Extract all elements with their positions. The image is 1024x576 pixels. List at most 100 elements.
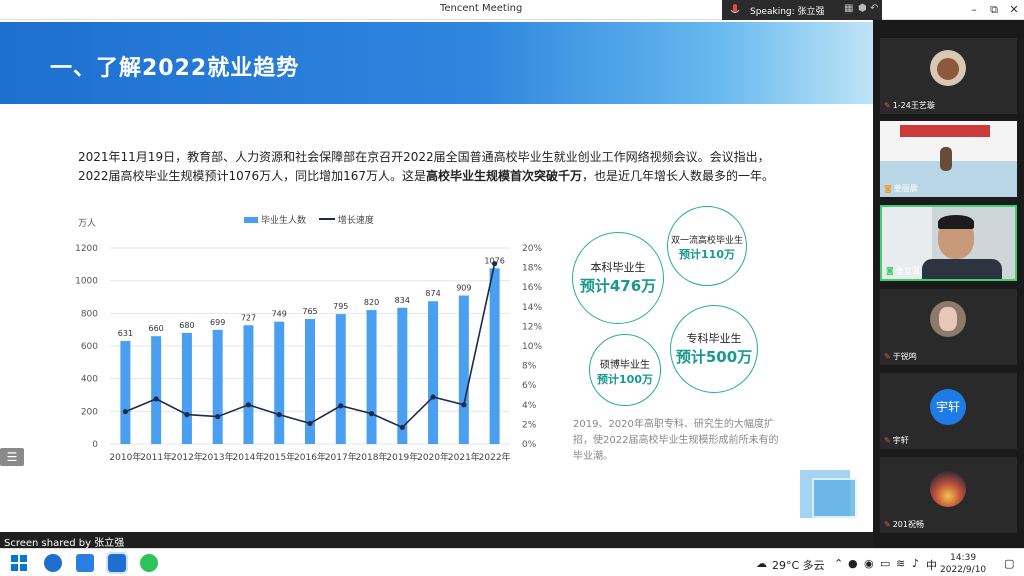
growth-rate-point [122,409,128,415]
participant-tile[interactable]: ✎ 201祝畅 [880,457,1017,533]
wechat-icon[interactable] [140,554,158,572]
weather-text[interactable]: 29°C 多云 [772,557,825,573]
participant-tile-active[interactable]: ◙ 张立强 [880,205,1017,281]
bar [212,329,223,444]
y-tick-label-left: 800 [81,309,98,319]
volume-icon[interactable]: ♪ [912,557,919,570]
growth-rate-point [461,402,467,408]
growth-rate-point [368,411,375,417]
bar [489,268,500,444]
growth-rate-point [492,261,498,267]
x-tick-label: 2022年 [479,451,511,463]
participant-name: ✎ 1-24王艺璇 [884,100,935,111]
meeting-app-icon[interactable] [76,554,94,572]
participant-name-text: 宇轩 [892,436,909,445]
speaking-label: Speaking: 张立强 [750,7,825,17]
windows-start-icon[interactable] [10,554,28,572]
y-tick-label-right: 0% [522,440,537,450]
video-shirt [922,259,1002,279]
bar-value-label: 765 [302,307,317,316]
bar-value-label: 874 [425,289,440,298]
bubble-vocational: 专科毕业生 预计500万 [670,305,758,393]
slide-header: 一、了解2022就业趋势 [0,22,873,104]
bar-value-label: 834 [395,296,410,305]
x-tick-label: 2015年 [263,451,295,463]
y-tick-label-left: 400 [81,375,98,385]
screen-share-bar: Screen shared by 张立强 [0,532,873,549]
app-title: Tencent Meeting [440,3,523,14]
y-tick-label-left: 1200 [75,244,98,254]
clock-date: 2022/9/10 [940,565,987,575]
clock[interactable]: 14:39 2022/9/10 [940,552,986,576]
paragraph-text-end: ，也是近几年增长人数最多的一年。 [582,169,775,183]
y-tick-label-left: 1000 [75,277,98,287]
back-icon[interactable]: ↶ [870,4,880,14]
video-person [940,147,952,171]
participant-name-text: 于锐鸣 [892,352,917,361]
chart-container: 万人 0 200 400 600 800 1000 1200 0% 2% 4% 6% 8% 10% 12% 1… [70,210,550,470]
bubble-undergrad-value: 预计476万 [579,277,657,295]
chevron-up-icon[interactable]: ⌃ [834,557,843,570]
x-tick-label: 2018年 [356,451,388,463]
weather-icon[interactable]: ☁ [756,557,767,570]
slide-menu-icon[interactable]: ☰ [0,448,24,466]
intro-paragraph: 2021年11月19日，教育部、人力资源和社会保障部在京召开2022届全国普通高… [78,148,798,186]
tencent-meeting-icon[interactable] [106,552,128,574]
minimize-button[interactable]: – [966,2,982,18]
y-tick-label-right: 12% [522,322,542,332]
participant-name-text: 1-24王艺璇 [892,101,935,110]
growth-rate-point [184,412,190,418]
y-tick-label-right: 10% [522,342,542,352]
x-tick-label: 2016年 [294,451,326,463]
x-tick-label: 2019年 [386,451,418,463]
maximize-button[interactable]: ⧉ [986,2,1002,18]
ime-indicator[interactable]: 中 [926,557,937,573]
bubble-master-phd: 硕博毕业生 预计100万 [589,334,661,406]
close-button[interactable]: ✕ [1006,2,1022,18]
notification-icon[interactable]: ▢ [1004,557,1014,570]
bubble-double-first-label: 双一流高校毕业生 [670,236,743,246]
avatar [930,471,966,507]
y-tick-label-left: 200 [81,407,98,417]
mic-icon [730,4,740,13]
y-tick-label-right: 4% [522,401,537,411]
participant-name-text: 姜丽晨 [893,184,918,193]
slide-note: 2019、2020年高职专科、研究生的大幅度扩招，使2022届高校毕业生规模形成… [573,419,779,462]
x-tick-label: 2017年 [325,451,357,463]
x-tick-label: 2021年 [448,451,480,463]
slide-title: 一、了解2022就业趋势 [50,56,300,81]
grid-view-icon[interactable]: ▦ [844,4,854,14]
avatar-figure [937,58,959,80]
x-tick-label: 2013年 [202,451,234,463]
pin-icon[interactable]: ⬢ [858,4,868,14]
clock-time: 14:39 [950,553,977,563]
bubble-master-phd-label: 硕博毕业生 [600,360,650,371]
tray-app-icon[interactable]: ◉ [864,557,874,570]
tray-mic-icon[interactable]: ● [848,557,858,570]
participant-tile[interactable]: 宇轩 ✎ 宇轩 [880,373,1017,449]
bar-value-label: 660 [149,324,164,333]
network-icon[interactable]: ▭ [880,557,890,570]
bar-value-label: 820 [364,298,379,307]
speaking-mic-icon: ◙ [886,266,894,275]
bar [428,301,439,444]
taskbar: ☁ 29°C 多云 ⌃ ● ◉ ▭ ≋ ♪ 中 14:39 2022/9/10 … [0,548,1024,576]
bubble-double-first: 双一流高校毕业生 预计110万 [667,206,747,286]
participant-tile[interactable]: ◙ 姜丽晨 [880,121,1017,197]
growth-rate-point [276,412,282,418]
wifi-icon[interactable]: ≋ [896,557,905,570]
y-tick-label-right: 16% [522,283,542,293]
growth-rate-point [399,424,405,430]
participant-tile[interactable]: ✎ 于锐鸣 [880,289,1017,365]
bubble-vocational-label: 专科毕业生 [686,332,742,345]
bar [181,332,192,444]
bar [243,325,254,444]
participant-tile[interactable]: ✎ 1-24王艺璇 [880,38,1017,114]
x-tick-label: 2020年 [417,451,449,463]
y-tick-label-left: 600 [81,342,98,352]
muted-icon: ✎ [884,101,891,110]
x-tick-label: 2010年 [109,451,141,463]
bar [120,340,131,444]
y-tick-label-left: 0 [92,440,98,450]
browser-icon[interactable] [44,554,62,572]
